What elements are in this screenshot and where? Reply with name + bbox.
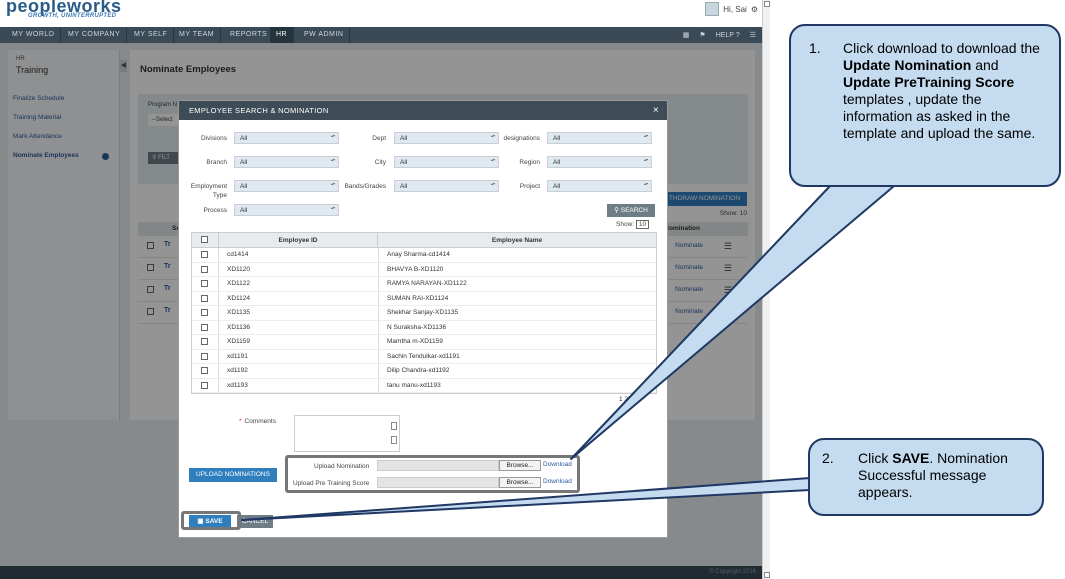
row-checkbox[interactable] xyxy=(201,367,208,374)
branch-select[interactable]: All xyxy=(234,156,339,168)
project-select[interactable]: All xyxy=(547,180,652,192)
employee-table: Employee ID Employee Name cd1414 Anay Sha… xyxy=(191,232,657,394)
save-button[interactable]: ▣ SAVE xyxy=(189,515,231,528)
close-icon[interactable]: × xyxy=(653,101,659,120)
select-all-checkbox[interactable] xyxy=(201,236,208,243)
row-checkbox[interactable] xyxy=(201,381,208,389)
user-menu[interactable]: Hi, Sai ⚙ xyxy=(705,2,758,16)
app-window: peopleworks GROWTH, UNINTERRUPTED Hi, Sai… xyxy=(0,0,770,579)
menu-icon[interactable]: ☰ xyxy=(750,31,756,39)
process-select[interactable]: All xyxy=(234,204,339,216)
row-checkbox[interactable] xyxy=(201,323,208,331)
table-row: cd1414 Anay Sharma-cd1414 xyxy=(192,248,656,263)
row-checkbox[interactable] xyxy=(201,251,208,258)
divisions-select[interactable]: All xyxy=(234,132,339,144)
comments-textarea[interactable] xyxy=(294,415,400,452)
employee-search-modal: EMPLOYEE SEARCH & NOMINATION × Divisions … xyxy=(178,100,668,538)
help-icon: ? xyxy=(735,31,740,39)
table-row: XD1136 N Suraksha-XD1136 xyxy=(192,321,656,335)
table-row: xd1192 Dilip Chandra-xd1192 xyxy=(192,364,656,379)
page-size-selector[interactable]: Show: 10 xyxy=(616,220,650,229)
modal-header: EMPLOYEE SEARCH & NOMINATION × xyxy=(179,101,667,120)
table-header: Employee ID Employee Name xyxy=(192,233,656,248)
bands-grades-select[interactable]: All xyxy=(394,180,499,192)
table-row: XD1122 RAMYA NARAYAN-XD1122 xyxy=(192,277,656,292)
pre-training-download-link[interactable]: Download xyxy=(543,478,572,485)
main-nav: MY WORLD MY COMPANY MY SELF MY TEAM REPO… xyxy=(0,27,770,43)
pre-training-file-field[interactable] xyxy=(377,477,499,488)
upload-nomination-file-field[interactable] xyxy=(377,460,499,471)
table-row: xd1193 tanu manu-xd1193 xyxy=(192,379,656,393)
row-checkbox[interactable] xyxy=(201,280,208,287)
grid-icon[interactable]: ▦ xyxy=(683,31,690,39)
table-row: XD1159 Mamtha m-XD1159 xyxy=(192,335,656,350)
row-checkbox[interactable] xyxy=(201,309,208,316)
logo: peopleworks GROWTH, UNINTERRUPTED xyxy=(6,0,122,19)
modal-title: EMPLOYEE SEARCH & NOMINATION xyxy=(189,106,329,115)
row-checkbox[interactable] xyxy=(201,338,208,345)
table-row: XD1120 BHAVYA B-XD1120 xyxy=(192,263,656,277)
row-checkbox[interactable] xyxy=(201,352,208,360)
avatar xyxy=(705,2,720,16)
row-checkbox[interactable] xyxy=(201,294,208,302)
nav-hr[interactable]: HR xyxy=(270,27,295,43)
flag-icon[interactable]: ⚑ xyxy=(699,31,705,39)
top-bar: peopleworks GROWTH, UNINTERRUPTED Hi, Sai… xyxy=(0,0,770,25)
dept-select[interactable]: All xyxy=(394,132,499,144)
nav-reports[interactable]: REPORTS xyxy=(224,27,275,43)
nav-my-team[interactable]: MY TEAM xyxy=(173,27,222,43)
upload-nomination-browse-button[interactable]: Browse... xyxy=(499,460,541,471)
help-link[interactable]: HELP ? xyxy=(716,32,740,39)
designations-select[interactable]: All xyxy=(547,132,652,144)
city-select[interactable]: All xyxy=(394,156,499,168)
row-checkbox[interactable] xyxy=(201,265,208,273)
cancel-button[interactable]: CANCEL xyxy=(237,515,273,528)
pagination[interactable]: 1 2 xyxy=(619,396,628,403)
upload-nomination-download-link[interactable]: Download xyxy=(543,461,572,468)
nav-my-world[interactable]: MY WORLD xyxy=(6,27,62,43)
callout-save-step: 2. Click SAVE. Nomination Successful mes… xyxy=(808,438,1044,516)
employment-type-select[interactable]: All xyxy=(234,180,339,192)
search-button[interactable]: ⚲ SEARCH xyxy=(607,204,655,217)
nav-my-company[interactable]: MY COMPANY xyxy=(62,27,128,43)
upload-nominations-button[interactable]: UPLOAD NOMINATIONS xyxy=(189,468,277,482)
search-icon: ⚲ xyxy=(614,207,621,214)
table-row: XD1135 Shekhar Sanjay-XD1135 xyxy=(192,306,656,321)
scrollbar[interactable] xyxy=(762,0,770,579)
comments-label: * Comments xyxy=(239,418,276,425)
callout-download-step: 1. Click download to download the Update… xyxy=(789,24,1061,187)
settings-icon[interactable]: ⚙ xyxy=(751,5,758,14)
table-row: xd1191 Sachin Tendulkar-xd1191 xyxy=(192,350,656,364)
nav-pw-admin[interactable]: PW ADMIN xyxy=(298,27,351,43)
nav-my-self[interactable]: MY SELF xyxy=(128,27,175,43)
pre-training-browse-button[interactable]: Browse... xyxy=(499,477,541,488)
table-row: XD1124 SUMAN RAI-XD1124 xyxy=(192,292,656,306)
region-select[interactable]: All xyxy=(547,156,652,168)
